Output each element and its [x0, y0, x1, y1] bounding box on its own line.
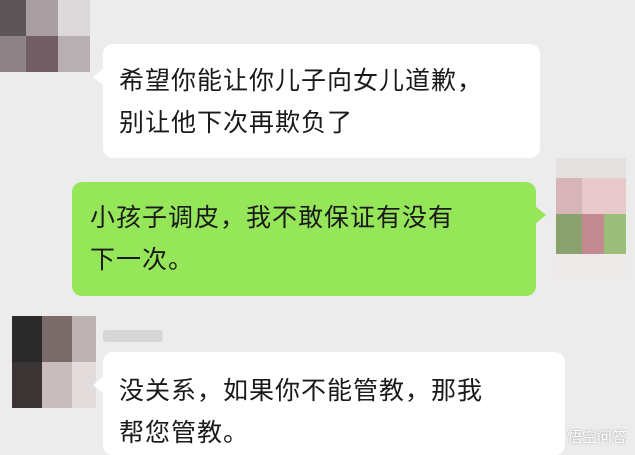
message-text-line: 没关系，如果你不能管教，那我: [119, 376, 484, 405]
avatar-pixel: [556, 214, 582, 254]
self-avatar[interactable]: [556, 158, 626, 280]
avatar-pixel: [58, 36, 90, 72]
avatar-pixel: [72, 316, 96, 362]
sender-nickname-blurred: [103, 330, 163, 342]
watermark-text: 悟空问答: [566, 428, 627, 446]
watermark-logo-icon: [546, 428, 563, 445]
avatar-pixel: [26, 0, 58, 36]
avatar-pixel: [58, 0, 90, 36]
avatar-pixel: [0, 36, 26, 72]
avatar-pixel: [582, 178, 626, 214]
contact-avatar-1[interactable]: [0, 0, 90, 72]
bubble-tail: [93, 68, 104, 86]
message-bubble-incoming[interactable]: 没关系，如果你不能管教，那我 帮您管教。: [93, 352, 565, 455]
message-text-line: 小孩子调皮，我不敢保证有没有: [90, 203, 455, 232]
message-text-line: 下一次。: [90, 245, 195, 274]
message-text-line: 希望你能让你儿子向女儿道歉，: [119, 66, 484, 95]
avatar-pixel: [556, 254, 626, 280]
avatar-pixel: [604, 214, 626, 254]
avatar-pixel: [12, 362, 42, 408]
avatar-pixel: [582, 214, 604, 254]
bubble-tail: [93, 376, 104, 394]
message-text-line: 别让他下次再欺负了: [119, 108, 354, 137]
avatar-pixel: [42, 316, 72, 362]
message-bubble-incoming[interactable]: 希望你能让你儿子向女儿道歉， 别让他下次再欺负了: [93, 44, 540, 158]
avatar-pixel: [42, 362, 72, 408]
watermark: 悟空问答: [546, 426, 627, 447]
bubble-tail: [535, 206, 546, 224]
message-text-line: 帮您管教。: [119, 418, 250, 447]
message-bubble-outgoing[interactable]: 小孩子调皮，我不敢保证有没有 下一次。: [72, 182, 546, 296]
avatar-pixel: [556, 178, 582, 214]
avatar-pixel: [12, 316, 42, 362]
contact-avatar-2[interactable]: [12, 316, 96, 408]
avatar-pixel: [26, 36, 58, 72]
avatar-pixel: [0, 0, 26, 36]
